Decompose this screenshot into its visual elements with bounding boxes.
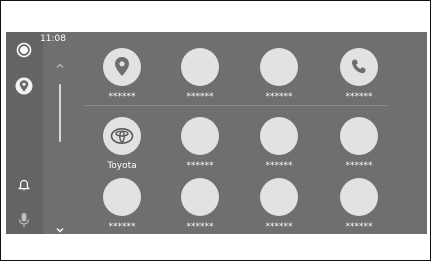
app-icon-circle xyxy=(103,178,141,216)
phone-icon xyxy=(351,59,366,74)
toyota-logo-icon xyxy=(110,128,134,144)
app-label: ****** xyxy=(108,222,136,232)
app-tile[interactable]: ****** xyxy=(244,48,314,102)
app-icon-circle xyxy=(260,178,298,216)
app-tile[interactable]: ****** xyxy=(324,117,394,171)
app-icon-circle xyxy=(181,117,219,155)
row-divider xyxy=(84,105,388,106)
scroll-down-button[interactable] xyxy=(55,220,65,233)
left-rail xyxy=(6,32,43,234)
app-tile[interactable]: ****** xyxy=(165,178,235,232)
status-time: 11:08 xyxy=(40,34,66,44)
bell-icon[interactable] xyxy=(14,176,34,196)
app-label: ****** xyxy=(345,222,373,232)
app-tile-phone[interactable]: ****** xyxy=(324,48,394,102)
app-label: Toyota xyxy=(107,161,137,171)
record-icon[interactable] xyxy=(14,40,34,60)
app-icon-circle xyxy=(260,117,298,155)
scrollbar-thumb[interactable] xyxy=(59,84,61,142)
chevron-down-icon xyxy=(56,228,64,233)
app-icon-circle xyxy=(103,48,141,86)
app-label: ****** xyxy=(345,161,373,171)
app-label: ****** xyxy=(186,222,214,232)
app-tile[interactable]: ****** xyxy=(244,117,314,171)
app-icon-circle xyxy=(260,48,298,86)
app-icon-circle xyxy=(340,48,378,86)
app-label: ****** xyxy=(186,92,214,102)
app-label: ****** xyxy=(186,161,214,171)
app-tile-maps[interactable]: ****** xyxy=(87,48,157,102)
app-label: ****** xyxy=(265,222,293,232)
app-tile[interactable]: ****** xyxy=(165,117,235,171)
app-tile-toyota[interactable]: Toyota xyxy=(87,117,157,171)
maps-pin-icon[interactable] xyxy=(14,76,34,96)
scroll-controls xyxy=(50,50,70,233)
app-icon-circle xyxy=(181,178,219,216)
app-icon-circle xyxy=(340,117,378,155)
app-icon-circle xyxy=(103,117,141,155)
app-label: ****** xyxy=(345,92,373,102)
app-tile[interactable]: ****** xyxy=(165,48,235,102)
app-label: ****** xyxy=(265,161,293,171)
app-icon-circle xyxy=(340,178,378,216)
chevron-up-icon xyxy=(56,63,64,68)
app-tile[interactable]: ****** xyxy=(244,178,314,232)
maps-pin-icon xyxy=(115,57,129,76)
app-label: ****** xyxy=(108,92,136,102)
app-icon-circle xyxy=(181,48,219,86)
microphone-icon[interactable] xyxy=(14,210,34,230)
app-label: ****** xyxy=(265,92,293,102)
app-tile[interactable]: ****** xyxy=(324,178,394,232)
infotainment-screen: 11:08 ****** ****** ****** ****** Toyota… xyxy=(6,32,427,234)
display-frame: 11:08 ****** ****** ****** ****** Toyota… xyxy=(0,0,431,261)
app-tile[interactable]: ****** xyxy=(87,178,157,232)
scroll-up-button[interactable] xyxy=(55,56,65,68)
